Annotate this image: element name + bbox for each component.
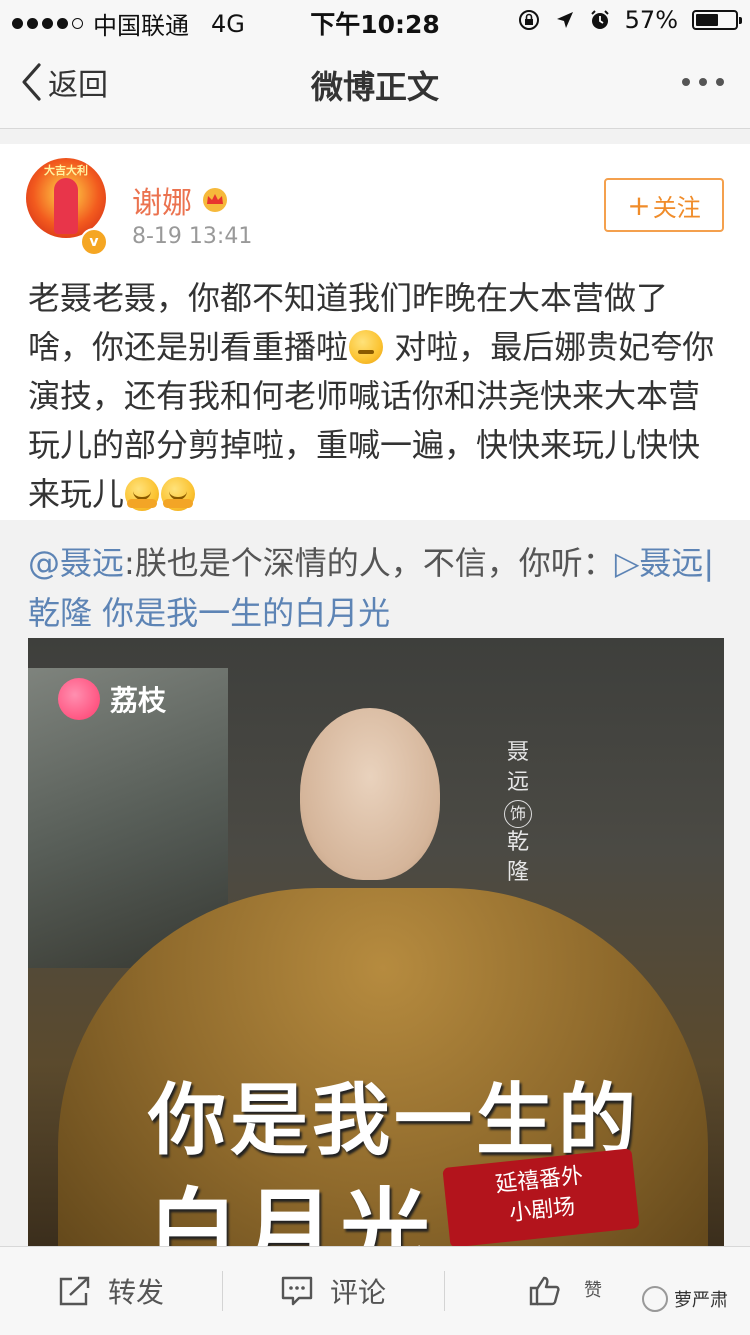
alarm-icon (590, 10, 609, 29)
more-options-button[interactable] (682, 78, 724, 86)
wechat-account-icon (642, 1286, 668, 1312)
more-dot-icon (682, 78, 690, 86)
avatar-figure (54, 178, 78, 234)
image-title-line-1: 你是我一生的 (148, 1075, 641, 1166)
status-bar: 中国联通 4G 下午10:28 57% (0, 0, 750, 40)
caption-char: 聂 (506, 740, 529, 765)
thumbs-up-icon (529, 1276, 560, 1306)
more-dot-icon (716, 78, 724, 86)
plus-icon: + (627, 188, 651, 222)
repost-image[interactable]: 荔枝 聂 远 饰 乾 隆 你是我一生的 白月光 延禧番外 小剧场 (28, 638, 724, 1246)
repost-label: 转发 (107, 1276, 164, 1309)
reposted-content[interactable]: @聂远:朕也是个深情的人，不信，你听：▷聂远|乾隆 你是我一生的白月光 荔枝 聂… (0, 520, 750, 1246)
username: 谢娜 (132, 186, 192, 221)
repost-button[interactable]: 转发 (0, 1247, 222, 1335)
caption-char: 远 (506, 770, 529, 795)
head-shape (300, 708, 440, 880)
share-icon (59, 1276, 90, 1306)
more-dot-icon (699, 78, 707, 86)
like-label: 赞 (584, 1280, 602, 1301)
vertical-caption: 聂 远 饰 乾 隆 (498, 738, 538, 888)
image-title-line-2: 白月光 (148, 1178, 436, 1246)
repost-body: :朕也是个深情的人，不信，你听： (124, 544, 615, 582)
follow-label: 关注 (652, 193, 701, 222)
post-text: 老聂老聂，你都不知道我们昨晚在大本营做了啥，你还是别看重播啦 对啦，最后娜贵妃夸… (28, 274, 728, 519)
rotation-lock-icon (518, 10, 539, 30)
post-card: 大吉大利 v 谢娜 8-19 13:41 + 关注 老聂老聂，你都不知道我们昨晚… (0, 144, 750, 520)
watermark: 萝严肃 (642, 1286, 728, 1312)
comment-button[interactable]: 评论 (222, 1247, 444, 1335)
navigation-bar: 返回 微博正文 (0, 40, 750, 129)
page-title: 微博正文 (310, 68, 439, 106)
battery-icon (692, 10, 742, 30)
post-author[interactable]: 谢娜 (132, 178, 230, 222)
thinking-emoji-icon (349, 330, 384, 364)
location-icon (556, 12, 573, 28)
battery-percent: 57% (624, 6, 678, 34)
lizhi-logo: 荔枝 (58, 678, 166, 720)
lizhi-brand: 荔枝 (110, 684, 167, 717)
hug-emoji-icon (161, 477, 196, 511)
avatar[interactable]: 大吉大利 (26, 158, 106, 238)
watermark-text: 萝严肃 (674, 1290, 728, 1311)
crown-icon (203, 188, 227, 212)
caption-char: 乾 (506, 830, 529, 855)
hug-emoji-icon (125, 477, 160, 511)
comment-icon (281, 1276, 313, 1306)
caption-char: 饰 (504, 800, 532, 828)
avatar-caption: 大吉大利 (44, 164, 88, 177)
bottom-toolbar: 转发 评论 赞 (0, 1246, 750, 1335)
post-timestamp: 8-19 13:41 (132, 224, 253, 249)
verified-badge-icon: v (80, 228, 108, 256)
lizhi-icon (58, 678, 100, 720)
comment-label: 评论 (329, 1276, 386, 1309)
repost-text: @聂远:朕也是个深情的人，不信，你听：▷聂远|乾隆 你是我一生的白月光 (28, 538, 728, 638)
caption-char: 隆 (506, 860, 529, 885)
mention-link[interactable]: @聂远 (28, 544, 124, 582)
follow-button[interactable]: + 关注 (604, 178, 724, 232)
